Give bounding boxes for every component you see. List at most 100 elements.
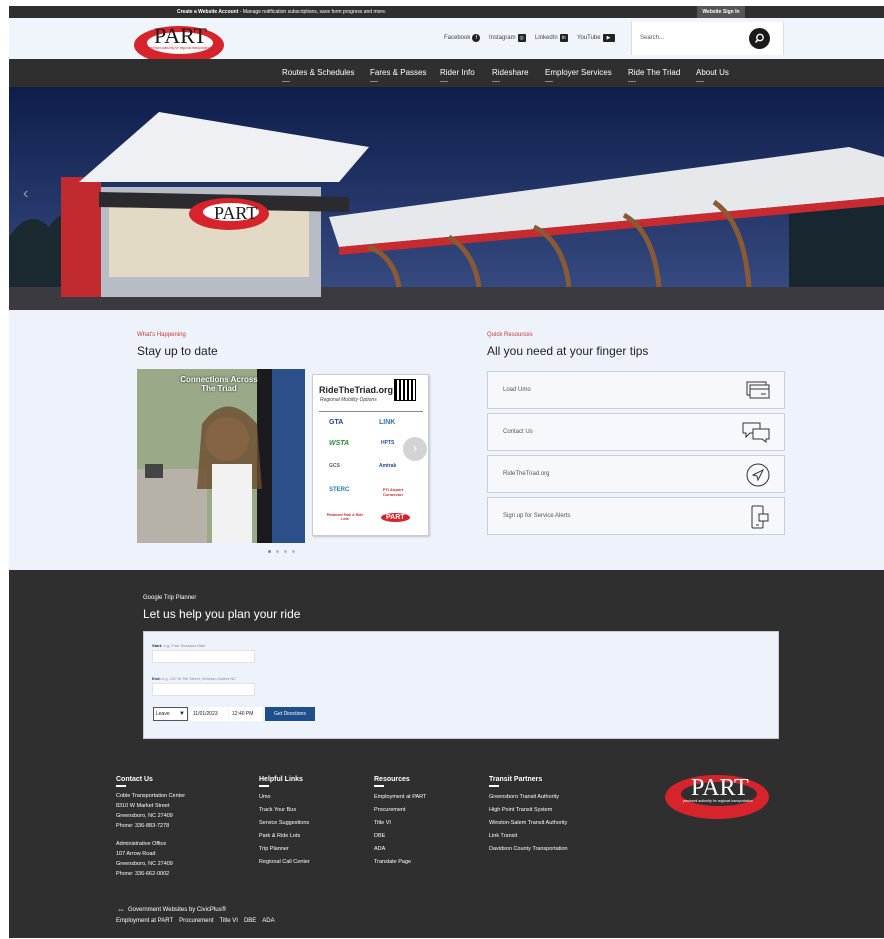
bottom-link-procurement[interactable]: Procurement bbox=[179, 918, 213, 924]
footer-link-translate-page[interactable]: Translate Page bbox=[374, 856, 426, 869]
footer-section: Google Trip Planner Let us help you plan… bbox=[9, 570, 884, 938]
quick-resources-heading: All you need at your finger tips bbox=[487, 344, 649, 358]
bottom-link-dbe[interactable]: DBE bbox=[244, 918, 256, 924]
carousel-dot[interactable] bbox=[292, 550, 295, 553]
footer-link-greensboro-transit[interactable]: Greensboro Transit Authority bbox=[489, 791, 568, 804]
end-label: End: e.g. 100 W 5th Street, Winston-Sale… bbox=[152, 676, 237, 681]
search-input[interactable]: Search... bbox=[631, 22, 784, 55]
linkedin-icon: in bbox=[559, 34, 568, 42]
agency-hpts: HPTS bbox=[381, 440, 395, 446]
agency-park-ride: Piedmont Park & Ride Lots bbox=[326, 513, 364, 521]
flyer-divider bbox=[319, 411, 423, 412]
youtube-icon: ▶ bbox=[602, 34, 615, 42]
nav-fares-passes[interactable]: Fares & Passes bbox=[370, 68, 426, 82]
footer-logo-tagline: piedmont authority for regional transpor… bbox=[683, 799, 753, 803]
bottom-link-title-vi[interactable]: Title VI bbox=[220, 918, 238, 924]
date-field[interactable]: 11/01/2023 bbox=[190, 707, 228, 721]
footer-contact-column: Contact Us Coble Transportation Center 8… bbox=[116, 776, 185, 879]
footer-link-dbe[interactable]: DBE bbox=[374, 830, 426, 843]
create-account-link[interactable]: Create a Website Account bbox=[177, 9, 238, 15]
footer-link-regional-call-center[interactable]: Regional Call Center bbox=[259, 856, 310, 869]
news-card-connections-across-the-triad[interactable]: Connections Across The Triad bbox=[137, 369, 305, 543]
footer-transit-partners-column: Transit Partners Greensboro Transit Auth… bbox=[489, 776, 568, 856]
nav-ride-the-triad[interactable]: Ride The Triad bbox=[628, 68, 680, 82]
agency-wsta: WSTA bbox=[329, 440, 350, 447]
get-directions-button[interactable]: Get Directions bbox=[265, 707, 315, 721]
hero-image-transit-center: PART bbox=[9, 87, 884, 310]
heading-underline bbox=[489, 785, 499, 787]
agency-gta: GTA bbox=[329, 419, 344, 426]
footer-link-title-vi[interactable]: Title VI bbox=[374, 817, 426, 830]
carousel-dot[interactable] bbox=[268, 550, 271, 553]
carousel-next-button[interactable]: › bbox=[403, 437, 427, 461]
search-icon bbox=[754, 33, 764, 43]
footer-partners-heading: Transit Partners bbox=[489, 776, 543, 783]
quick-link-label: RideTheTriad.org bbox=[503, 471, 550, 477]
create-account-description: - Manage notification subscriptions, sav… bbox=[238, 9, 387, 15]
footer-link-davidson-county[interactable]: Davidson County Transportation bbox=[489, 843, 568, 856]
whats-happening-kicker: What's Happening bbox=[137, 332, 186, 338]
quick-link-ridethetriad[interactable]: RideTheTriad.org bbox=[487, 455, 785, 493]
start-label: Start: e.g. Four Seasons Mall bbox=[152, 643, 205, 648]
carousel-dot[interactable] bbox=[284, 550, 287, 553]
flyer-title: RideTheTriad.org bbox=[319, 385, 394, 395]
leave-arrive-select[interactable]: Leave bbox=[153, 707, 188, 721]
contact-line: Phone: 336-883-7278 bbox=[116, 823, 170, 829]
end-location-input[interactable] bbox=[152, 683, 255, 696]
quick-link-label: Contact Us bbox=[503, 429, 533, 435]
contact-line: Administrative Office bbox=[116, 841, 167, 847]
youtube-label: YouTube bbox=[577, 35, 601, 41]
footer-link-winston-salem-transit[interactable]: Winston-Salem Transit Authority bbox=[489, 817, 568, 830]
footer-link-umo[interactable]: Umo bbox=[259, 791, 310, 804]
agency-link: LINK bbox=[379, 419, 396, 426]
top-utility-bar: Create a Website Account - Manage notifi… bbox=[9, 6, 884, 18]
instagram-link[interactable]: Instagram ◎ bbox=[489, 34, 526, 42]
agency-pti-airport: PTI Airport Connector bbox=[382, 487, 404, 497]
time-field[interactable]: 12:40 PM bbox=[229, 707, 263, 721]
agency-gcs: GCS bbox=[329, 463, 340, 469]
footer-contact-heading: Contact Us bbox=[116, 776, 153, 783]
contact-line: 107 Arrow Road bbox=[116, 851, 156, 857]
footer-logo-text: PART bbox=[691, 775, 749, 801]
footer-link-ada[interactable]: ADA bbox=[374, 843, 426, 856]
nav-rider-info[interactable]: Rider Info bbox=[440, 68, 475, 82]
footer-link-service-suggestions[interactable]: Service Suggestions bbox=[259, 817, 310, 830]
contact-line: Greensboro, NC 27409 bbox=[116, 861, 173, 867]
footer-bottom-links: Employment at PART Procurement Title VI … bbox=[116, 918, 275, 924]
quick-link-label: Sign up for Service Alerts bbox=[503, 513, 571, 519]
footer-link-trip-planner[interactable]: Trip Planner bbox=[259, 843, 310, 856]
qr-code-icon bbox=[394, 379, 416, 401]
nav-routes-schedules[interactable]: Routes & Schedules bbox=[282, 68, 355, 82]
facebook-link[interactable]: Facebook f bbox=[444, 34, 481, 42]
chat-bubbles-icon bbox=[742, 422, 770, 443]
instagram-icon: ◎ bbox=[517, 34, 526, 42]
search-button[interactable] bbox=[749, 28, 770, 49]
sign-in-button[interactable]: Website Sign In bbox=[697, 6, 745, 18]
footer-link-employment[interactable]: Employment at PART bbox=[374, 791, 426, 804]
linkedin-link[interactable]: LinkedIn in bbox=[535, 34, 568, 42]
start-location-input[interactable] bbox=[152, 650, 255, 663]
footer-part-logo[interactable]: PART piedmont authority for regional tra… bbox=[665, 770, 773, 820]
hero-previous-button[interactable]: ‹ bbox=[23, 185, 28, 203]
quick-link-contact-us[interactable]: Contact Us bbox=[487, 413, 785, 451]
bottom-link-employment[interactable]: Employment at PART bbox=[116, 918, 173, 924]
instagram-label: Instagram bbox=[489, 35, 516, 41]
youtube-link[interactable]: YouTube ▶ bbox=[577, 34, 615, 42]
civicplus-credit[interactable]: ⇔ Government Websites by CivicPlus® bbox=[117, 905, 226, 914]
footer-link-track-your-bus[interactable]: Track Your Bus bbox=[259, 804, 310, 817]
nav-about-us[interactable]: About Us bbox=[696, 68, 729, 82]
footer-link-park-ride-lots[interactable]: Park & Ride Lots bbox=[259, 830, 310, 843]
contact-line: 8310 W Market Street bbox=[116, 803, 170, 809]
footer-link-high-point-transit[interactable]: High Point Transit System bbox=[489, 804, 568, 817]
contact-line: Phone: 336-662-0002 bbox=[116, 871, 170, 877]
footer-link-link-transit[interactable]: Link Transit bbox=[489, 830, 568, 843]
quick-link-service-alerts[interactable]: Sign up for Service Alerts bbox=[487, 497, 785, 535]
footer-link-procurement[interactable]: Procurement bbox=[374, 804, 426, 817]
nav-employer-services[interactable]: Employer Services bbox=[545, 68, 612, 82]
carousel-dot[interactable] bbox=[276, 550, 279, 553]
nav-rideshare[interactable]: Rideshare bbox=[492, 68, 528, 82]
facebook-icon: f bbox=[472, 34, 481, 42]
quick-link-load-umo[interactable]: Load Umo bbox=[487, 371, 785, 409]
news-and-resources-section: What's Happening Stay up to date Connect… bbox=[9, 310, 884, 570]
bottom-link-ada[interactable]: ADA bbox=[262, 918, 274, 924]
